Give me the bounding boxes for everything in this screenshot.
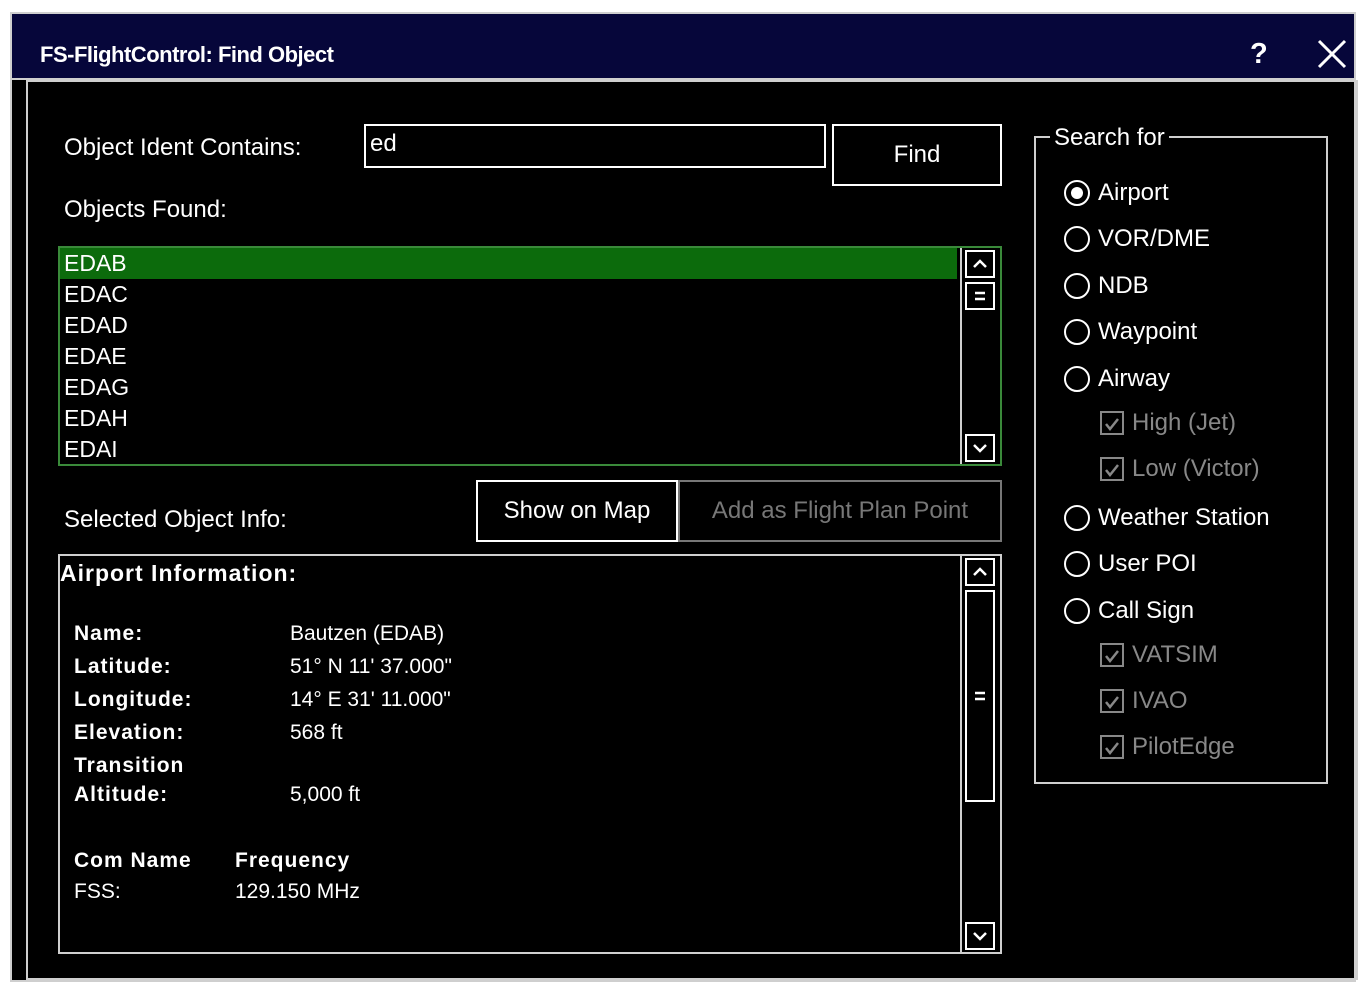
radio-ndb[interactable]: NDB <box>1064 269 1149 303</box>
grip-icon <box>975 691 985 701</box>
checkmark-icon <box>1100 689 1124 713</box>
radio-vor-dme[interactable]: VOR/DME <box>1064 222 1210 256</box>
checkmark-icon <box>1100 735 1124 759</box>
search-label: Object Ident Contains: <box>64 134 302 161</box>
altitude-label: Altitude: <box>74 783 169 806</box>
scroll-thumb[interactable] <box>965 282 995 310</box>
list-item[interactable]: EDAB <box>60 248 957 279</box>
search-for-group: Search for Airport VOR/DME NDB Waypoint … <box>1034 124 1328 784</box>
list-item[interactable]: EDAD <box>60 310 957 341</box>
com-name-value: FSS: <box>74 880 121 903</box>
radio-unchecked-icon <box>1064 319 1090 345</box>
scroll-up-button[interactable] <box>965 250 995 278</box>
transition-label: Transition <box>74 754 185 777</box>
checkmark-icon <box>1100 643 1124 667</box>
objects-scrollbar[interactable] <box>960 248 1000 464</box>
elevation-label: Elevation: <box>74 721 185 744</box>
chevron-down-icon <box>973 932 987 941</box>
list-item[interactable]: EDAG <box>60 372 957 403</box>
radio-unchecked-icon <box>1064 366 1090 392</box>
chevron-down-icon <box>973 444 987 453</box>
list-item[interactable]: EDAH <box>60 403 957 434</box>
transition-altitude-value: 5,000 ft <box>290 783 361 806</box>
radio-weather-station[interactable]: Weather Station <box>1064 501 1270 535</box>
name-value: Bautzen (EDAB) <box>290 622 445 645</box>
scroll-down-button[interactable] <box>965 434 995 462</box>
scroll-up-button[interactable] <box>965 558 995 586</box>
radio-user-poi[interactable]: User POI <box>1064 547 1197 581</box>
checkmark-icon <box>1100 411 1124 435</box>
checkbox-high-jet[interactable]: High (Jet) <box>1100 406 1236 440</box>
scroll-thumb[interactable] <box>965 590 995 802</box>
help-button[interactable]: ? <box>1250 38 1268 71</box>
latitude-value: 51° N 11' 37.000" <box>290 655 452 678</box>
radio-unchecked-icon <box>1064 226 1090 252</box>
radio-call-sign[interactable]: Call Sign <box>1064 594 1194 628</box>
show-on-map-button[interactable]: Show on Map <box>476 480 678 542</box>
checkbox-low-victor[interactable]: Low (Victor) <box>1100 452 1260 486</box>
radio-unchecked-icon <box>1064 273 1090 299</box>
checkbox-vatsim[interactable]: VATSIM <box>1100 638 1218 672</box>
scroll-down-button[interactable] <box>965 922 995 950</box>
find-object-window: FS-FlightControl: Find Object ? Object I… <box>10 12 1358 982</box>
frequency-value: 129.150 MHz <box>235 880 360 903</box>
list-item[interactable]: EDAI <box>60 434 957 465</box>
longitude-label: Longitude: <box>74 688 193 711</box>
chevron-up-icon <box>973 567 987 576</box>
selected-object-info-panel: Airport Information: Name: Bautzen (EDAB… <box>58 554 1002 954</box>
radio-checked-icon <box>1064 180 1090 206</box>
close-icon[interactable] <box>1315 37 1349 71</box>
radio-unchecked-icon <box>1064 551 1090 577</box>
longitude-value: 14° E 31' 11.000" <box>290 688 451 711</box>
list-item[interactable]: EDAE <box>60 341 957 372</box>
elevation-value: 568 ft <box>290 721 343 744</box>
info-heading: Airport Information: <box>60 560 298 586</box>
radio-unchecked-icon <box>1064 505 1090 531</box>
grip-icon <box>975 291 985 301</box>
objects-list[interactable]: EDAB EDAC EDAD EDAE EDAG EDAH EDAI <box>58 246 1002 466</box>
latitude-label: Latitude: <box>74 655 172 678</box>
find-button[interactable]: Find <box>832 124 1002 186</box>
info-scrollbar[interactable] <box>960 556 1000 952</box>
search-for-legend: Search for <box>1050 124 1169 152</box>
radio-waypoint[interactable]: Waypoint <box>1064 315 1197 349</box>
dialog-content: Object Ident Contains: ed Find Objects F… <box>26 80 1358 980</box>
com-name-header: Com Name <box>74 849 192 872</box>
radio-unchecked-icon <box>1064 598 1090 624</box>
name-label: Name: <box>74 622 144 645</box>
add-flight-plan-point-button[interactable]: Add as Flight Plan Point <box>678 480 1002 542</box>
list-item[interactable]: EDAC <box>60 279 957 310</box>
selected-info-label: Selected Object Info: <box>64 506 287 533</box>
radio-airport[interactable]: Airport <box>1064 176 1169 210</box>
search-input[interactable]: ed <box>364 124 826 168</box>
window-title: FS-FlightControl: Find Object <box>40 42 334 67</box>
checkbox-ivao[interactable]: IVAO <box>1100 684 1188 718</box>
title-bar[interactable]: FS-FlightControl: Find Object ? <box>12 14 1354 80</box>
frequency-header: Frequency <box>235 849 351 872</box>
objects-found-label: Objects Found: <box>64 196 227 223</box>
radio-airway[interactable]: Airway <box>1064 362 1170 396</box>
checkmark-icon <box>1100 457 1124 481</box>
chevron-up-icon <box>973 259 987 268</box>
checkbox-pilotedge[interactable]: PilotEdge <box>1100 730 1235 764</box>
